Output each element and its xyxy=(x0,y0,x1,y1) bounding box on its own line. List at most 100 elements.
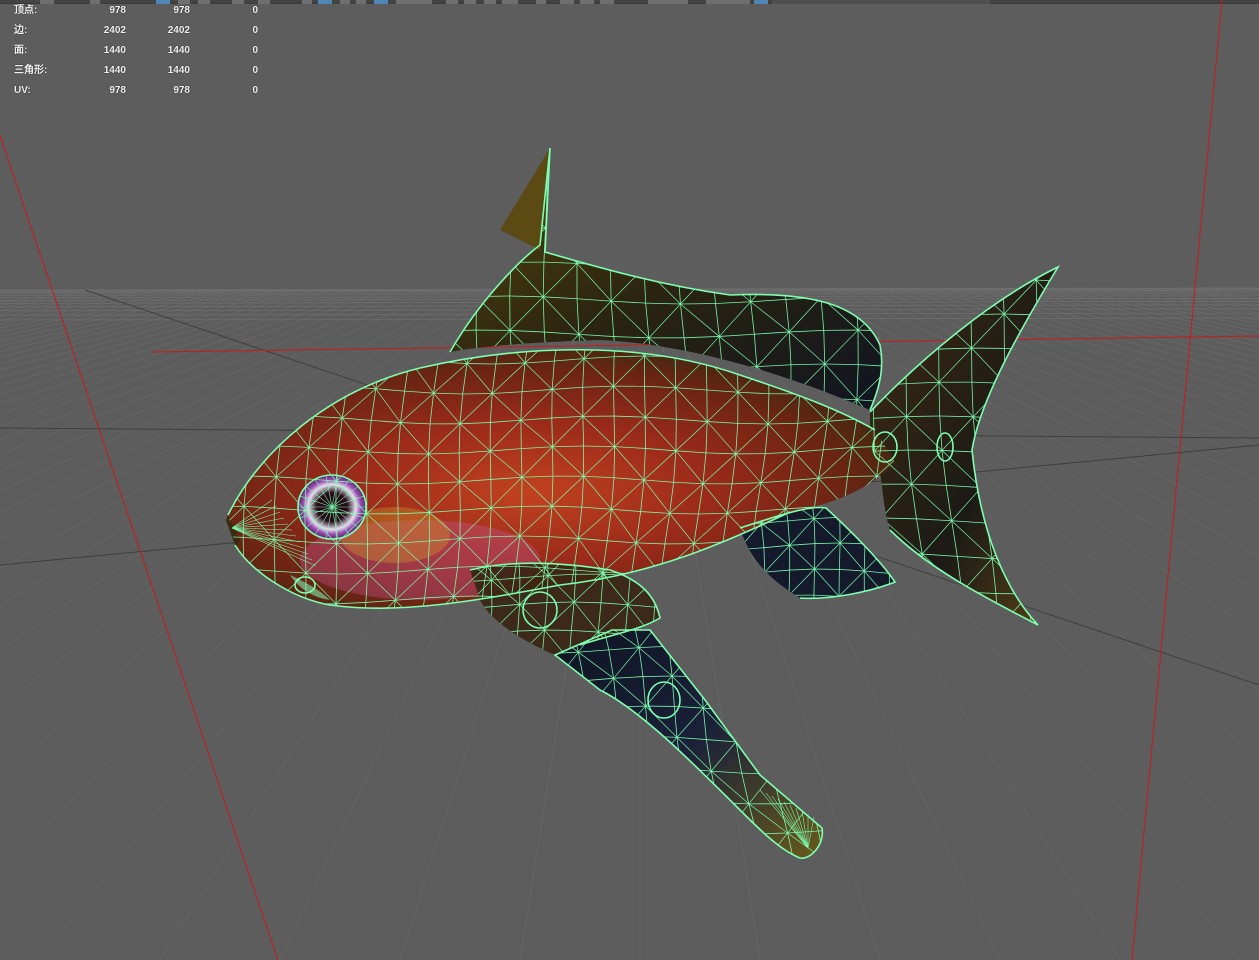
3d-viewport[interactable]: 顶点: 978 978 0 边: 2402 2402 0 面: 1440 144… xyxy=(0,0,1259,960)
wire-edge xyxy=(677,234,712,237)
wire-edge xyxy=(860,253,895,254)
wire-edge xyxy=(860,254,866,288)
grid-line xyxy=(1073,289,1259,328)
wire-edge xyxy=(889,545,895,576)
wire-edge xyxy=(645,163,681,198)
fish-model[interactable] xyxy=(181,126,1130,894)
wire-edge xyxy=(813,132,846,133)
wire-edge xyxy=(625,796,657,799)
wire-edge xyxy=(884,194,916,228)
wire-edge xyxy=(1081,424,1111,458)
wire-edge xyxy=(645,196,679,200)
wire-edge xyxy=(200,334,201,364)
wire-edge xyxy=(686,799,718,803)
wire-edge xyxy=(1029,592,1058,595)
wire-edge xyxy=(646,148,649,162)
grid-line xyxy=(0,289,151,318)
wire-edge xyxy=(745,148,749,168)
wire-edge xyxy=(796,743,823,773)
wire-edge xyxy=(228,475,247,477)
wire-edge xyxy=(740,596,765,599)
wire-edge xyxy=(852,261,882,264)
wire-edge xyxy=(589,737,593,767)
wire-edge xyxy=(291,357,319,387)
wire-edge xyxy=(888,545,891,574)
grid-line xyxy=(0,289,235,342)
wire-edge xyxy=(681,128,714,130)
wire-edge xyxy=(758,681,762,713)
wire-edge xyxy=(212,506,214,536)
wire-edge xyxy=(878,162,882,196)
wire-edge xyxy=(1070,352,1072,388)
wire-edge xyxy=(787,653,815,684)
wire-edge xyxy=(873,798,879,827)
wire-edge xyxy=(182,596,183,627)
wire-edge xyxy=(738,550,740,575)
wire-edge xyxy=(461,662,485,687)
wire-edge xyxy=(513,686,540,687)
wire-edge xyxy=(391,627,420,629)
wire-edge xyxy=(579,148,615,161)
wire-edge xyxy=(811,596,844,609)
wire-edge xyxy=(739,622,764,624)
wire-edge xyxy=(1128,556,1129,588)
grid-line xyxy=(975,289,1259,365)
wire-edge xyxy=(798,859,824,890)
wire-edge xyxy=(470,608,491,634)
wire-edge xyxy=(449,626,478,627)
wire-edge xyxy=(782,630,786,652)
wire-edge xyxy=(479,230,512,263)
wire-edge xyxy=(577,855,586,859)
wire-edge xyxy=(758,680,788,684)
wire-edge xyxy=(657,573,662,604)
wire-edge xyxy=(686,770,712,801)
wire-edge xyxy=(218,448,223,477)
wire-edge xyxy=(813,653,818,685)
wire-edge xyxy=(764,863,799,890)
wire-edge xyxy=(1051,491,1058,527)
wire-edge xyxy=(927,589,932,625)
wire-edge xyxy=(723,630,757,650)
wire-edge xyxy=(890,601,919,629)
wire-edge xyxy=(563,766,593,769)
wire-edge xyxy=(817,262,853,266)
wire-edge xyxy=(686,800,726,834)
wire-edge xyxy=(578,228,612,231)
wire-edge xyxy=(601,796,627,827)
wire-edge xyxy=(645,161,648,197)
wire-edge xyxy=(678,893,709,894)
wire-edge xyxy=(651,766,682,770)
grid-line xyxy=(0,289,403,440)
wire-edge xyxy=(1081,458,1122,491)
wire-edge xyxy=(761,712,767,744)
wire-edge xyxy=(1016,489,1052,492)
wire-edge xyxy=(185,477,218,507)
wire-edge xyxy=(719,567,751,571)
wire-edge xyxy=(745,167,779,202)
wire-edge xyxy=(275,602,306,605)
wire-edge xyxy=(880,193,882,196)
wire-edge xyxy=(228,418,252,447)
wire-edge xyxy=(614,159,648,162)
wire-edge xyxy=(579,160,582,195)
wire-edge xyxy=(193,448,222,450)
wire-edge xyxy=(183,627,214,629)
wire-edge xyxy=(663,630,699,647)
wire-edge xyxy=(891,331,892,366)
wire-edge xyxy=(1069,281,1102,283)
wire-edge xyxy=(1010,454,1017,490)
wire-edge xyxy=(814,542,841,544)
wire-edge xyxy=(874,600,895,604)
wire-edge xyxy=(702,863,709,894)
wire-edge xyxy=(397,513,400,544)
wire-edge xyxy=(732,709,762,713)
wire-edge xyxy=(546,601,575,603)
wire-edge xyxy=(213,630,243,632)
poly-count-hud: 顶点: 978 978 0 边: 2402 2402 0 面: 1440 144… xyxy=(14,4,264,104)
wire-edge xyxy=(461,635,463,661)
wire-edge xyxy=(470,632,491,636)
wire-edge xyxy=(592,736,620,767)
wire-edge xyxy=(478,627,507,629)
wire-edge xyxy=(1045,456,1058,459)
wire-edge xyxy=(843,630,873,632)
